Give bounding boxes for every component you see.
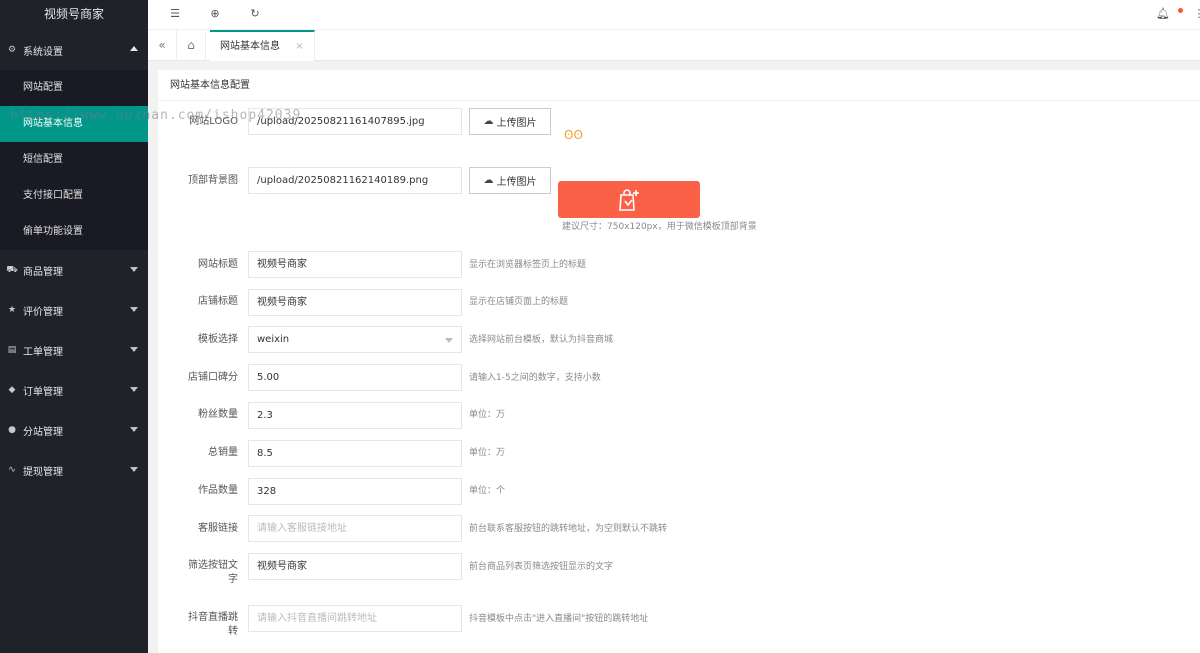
score-tip: 请输入1-5之间的数字，支持小数 [469, 373, 601, 383]
shopping-bag-icon [619, 188, 639, 211]
ticket-icon: ▤ [7, 345, 17, 355]
submenu-site-config[interactable]: 网站配置 [0, 70, 148, 106]
caret-down-icon [130, 347, 138, 352]
sales-tip: 单位：万 [469, 448, 506, 458]
site-title-input[interactable]: 视频号商家 [248, 251, 462, 278]
score-label: 店铺口碑分 [188, 372, 238, 383]
service-link-input[interactable]: 请输入客服链接地址 [248, 515, 462, 542]
live-label: 抖音直播跳转 [188, 612, 238, 637]
tab-label: 网站基本信息 [220, 41, 280, 52]
submenu: 网站配置 网站基本信息 短信配置 支付接口配置 偷单功能设置 [0, 70, 148, 250]
home-icon[interactable]: ⌂ [177, 30, 206, 60]
globe-icon[interactable]: ⊕ [208, 7, 222, 21]
filter-label: 筛选按钮文字 [188, 560, 238, 585]
notification-dot [1178, 8, 1183, 13]
content-card: 网站基本信息配置 网站LOGO /upload/2025082116140789… [158, 70, 1200, 653]
caret-up-icon [130, 46, 138, 51]
tab-site-basic-info[interactable]: 网站基本信息 × [210, 30, 315, 61]
caret-down-icon [130, 387, 138, 392]
works-label: 作品数量 [198, 485, 238, 496]
upload-logo-button[interactable]: ☁ 上传图片 [469, 108, 551, 135]
bell-icon[interactable]: 🔔︎ [1156, 7, 1170, 21]
template-selected-value: weixin [257, 334, 290, 345]
fans-tip: 单位：万 [469, 410, 506, 420]
more-icon[interactable]: ⋮ [1192, 7, 1200, 21]
globe-icon: ● [8, 425, 16, 435]
bg-preview-image [558, 181, 700, 218]
sales-input[interactable]: 8.5 [248, 440, 462, 467]
cloud-upload-icon: ☁ [483, 116, 494, 127]
filter-text-input[interactable]: 视频号商家 [248, 553, 462, 580]
caret-down-icon [130, 467, 138, 472]
menu-label: 提现管理 [23, 466, 63, 478]
cart-icon: ⛟ [6, 264, 18, 275]
cloud-upload-icon: ☁ [483, 175, 494, 186]
menu-label: 工单管理 [23, 346, 63, 358]
sidebar: 视频号商家 ⚙ 系统设置 网站配置 网站基本信息 短信配置 支付接口配置 偷单功… [0, 0, 148, 653]
service-label: 客服链接 [198, 523, 238, 534]
shop-title-label: 店铺标题 [198, 296, 238, 307]
menu-label: 商品管理 [23, 266, 63, 278]
logo-preview-image: ʘʘ [564, 128, 583, 142]
menu-withdrawals[interactable]: ∿ 提现管理 [0, 450, 148, 490]
star-icon: ★ [7, 305, 17, 315]
chevron-down-icon [445, 338, 453, 343]
upload-label: 上传图片 [496, 118, 537, 129]
service-tip: 前台联系客服按钮的跳转地址，为空则默认不跳转 [469, 524, 668, 534]
menu-tickets[interactable]: ▤ 工单管理 [0, 330, 148, 370]
menu-toggle-icon[interactable]: ☰ [168, 7, 182, 21]
menu-system-settings[interactable]: ⚙ 系统设置 [0, 30, 148, 70]
upload-label: 上传图片 [496, 177, 537, 188]
template-label: 模板选择 [198, 334, 238, 345]
upload-bg-button[interactable]: ☁ 上传图片 [469, 167, 551, 194]
menu-label: 系统设置 [23, 46, 63, 58]
menu-reviews[interactable]: ★ 评价管理 [0, 290, 148, 330]
box-icon: ◆ [8, 385, 16, 395]
bg-size-tip: 建议尺寸：750x120px，用于微信模板顶部背景 [562, 222, 757, 232]
menu-products[interactable]: ⛟ 商品管理 [0, 250, 148, 290]
logo-label: 网站LOGO [189, 116, 238, 127]
score-input[interactable]: 5.00 [248, 364, 462, 391]
works-input[interactable]: 328 [248, 478, 462, 505]
bg-path-field[interactable]: /upload/20250821162140189.png [248, 167, 462, 194]
menu-label: 分站管理 [23, 426, 63, 438]
pulse-icon: ∿ [8, 465, 16, 475]
sales-label: 总销量 [208, 447, 238, 458]
submenu-site-basic-info[interactable]: 网站基本信息 [0, 106, 148, 142]
live-tip: 抖音模板中点击"进入直播间"按钮的跳转地址 [469, 614, 649, 624]
menu-substations[interactable]: ● 分站管理 [0, 410, 148, 450]
menu-orders[interactable]: ◆ 订单管理 [0, 370, 148, 410]
submenu-sms-config[interactable]: 短信配置 [0, 142, 148, 178]
logo-path-field[interactable]: /upload/20250821161407895.jpg [248, 108, 462, 135]
shop-title-input[interactable]: 视频号商家 [248, 289, 462, 316]
gear-icon: ⚙ [7, 45, 17, 55]
caret-down-icon [130, 307, 138, 312]
submenu-order-feature[interactable]: 偷单功能设置 [0, 214, 148, 250]
refresh-icon[interactable]: ↻ [248, 7, 262, 21]
top-header: ☰ ⊕ ↻ 🔔︎ ⋮ [148, 0, 1200, 30]
card-title: 网站基本信息配置 [158, 70, 1200, 101]
app-logo: 视频号商家 [43, 7, 104, 21]
tabs-bar: « ⌂ 网站基本信息 × [148, 30, 1200, 61]
tab-scroll-left-icon[interactable]: « [148, 30, 177, 60]
site-title-label: 网站标题 [198, 259, 238, 270]
live-link-input[interactable]: 请输入抖音直播间跳转地址 [248, 605, 462, 632]
menu-label: 订单管理 [23, 386, 63, 398]
template-tip: 选择网站前台模板，默认为抖音商城 [469, 335, 614, 345]
fans-input[interactable]: 2.3 [248, 402, 462, 429]
fans-label: 粉丝数量 [198, 409, 238, 420]
template-select[interactable]: weixin [248, 326, 462, 353]
close-icon[interactable]: × [295, 41, 303, 52]
shop-title-tip: 显示在店铺页面上的标题 [469, 297, 569, 307]
bg-label: 顶部背景图 [188, 175, 238, 186]
caret-down-icon [130, 267, 138, 272]
site-title-tip: 显示在浏览器标签页上的标题 [469, 260, 587, 270]
menu-label: 评价管理 [23, 306, 63, 318]
works-tip: 单位：个 [469, 486, 506, 496]
submenu-payment-config[interactable]: 支付接口配置 [0, 178, 148, 214]
filter-tip: 前台商品列表页筛选按钮显示的文字 [469, 562, 614, 572]
caret-down-icon [130, 427, 138, 432]
